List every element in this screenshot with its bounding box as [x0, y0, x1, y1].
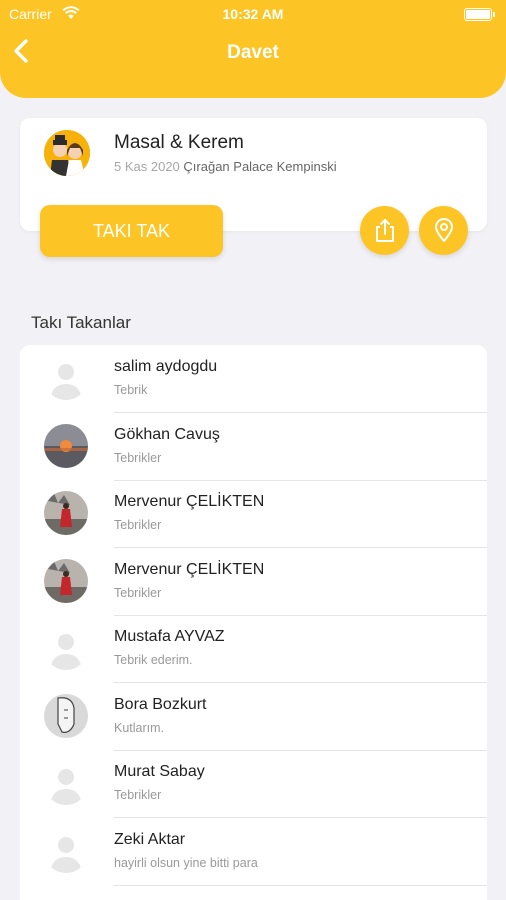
- guest-list: salim aydogdu Tebrik Gökhan Cavuş Tebrikler…: [20, 345, 487, 900]
- guest-name: Zeki Aktar: [114, 830, 186, 848]
- location-button[interactable]: [419, 206, 468, 255]
- page-title: Davet: [227, 42, 279, 63]
- avatar: [44, 424, 88, 468]
- share-button[interactable]: [360, 206, 409, 255]
- guest-message: Tebrik: [114, 383, 148, 397]
- guest-name: Mervenur ÇELİKTEN: [114, 560, 265, 578]
- guest-row[interactable]: Mervenur ÇELİKTEN Tebrikler: [20, 480, 487, 548]
- event-date: 5 Kas 2020: [114, 159, 180, 174]
- guest-name: Murat Sabay: [114, 763, 205, 780]
- status-bar: Carrier 10:32 AM: [0, 5, 506, 23]
- battery-icon: [464, 8, 495, 21]
- guest-name: Gökhan Cavuş: [114, 425, 220, 443]
- guest-message: Tebrikler: [114, 788, 162, 802]
- guest-message: Tebrikler: [114, 518, 162, 532]
- guest-message: Kutlarım.: [114, 720, 165, 735]
- avatar: [44, 694, 88, 738]
- avatar: [44, 829, 88, 873]
- event-details: 5 Kas 2020 Çırağan Palace Kempinski: [114, 159, 337, 174]
- guest-row[interactable]: Bora Bozkurt Kutlarım.: [20, 683, 487, 751]
- nav-header: Carrier 10:32 AM Davet: [0, 0, 506, 98]
- status-time: 10:32 AM: [222, 6, 284, 22]
- section-title: Takı Takanlar: [31, 313, 131, 332]
- share-icon: [376, 219, 394, 242]
- guest-row[interactable]: Zeki Aktar hayirli olsun yine bitti para: [20, 818, 487, 886]
- event-venue: Çırağan Palace Kempinski: [183, 159, 337, 174]
- guest-row[interactable]: Gökhan Cavuş Tebrikler: [20, 413, 487, 481]
- couple-avatar: [44, 130, 90, 176]
- guest-name: salim aydogdu: [114, 358, 218, 375]
- location-pin-icon: [435, 218, 453, 242]
- guest-message: Tebrik ederim.: [114, 653, 193, 667]
- avatar: [44, 559, 88, 603]
- avatar: [44, 761, 88, 805]
- guest-name: Mustafa AYVAZ: [114, 628, 225, 645]
- guest-name: Mervenur ÇELİKTEN: [114, 493, 265, 510]
- row-divider: [114, 884, 487, 886]
- guest-message: hayirli olsun yine bitti para: [114, 855, 258, 870]
- guest-row[interactable]: Murat Sabay Tebrikler: [20, 750, 487, 818]
- guest-row[interactable]: salim aydogdu Tebrik: [20, 345, 487, 413]
- guest-row[interactable]: Mustafa AYVAZ Tebrik ederim.: [20, 615, 487, 683]
- event-couple-names: Masal & Kerem: [114, 132, 244, 153]
- guest-row[interactable]: Mervenur ÇELİKTEN Tebrikler: [20, 548, 487, 616]
- avatar: [44, 491, 88, 535]
- taki-tak-button[interactable]: TAKI TAK: [40, 205, 223, 257]
- guest-message: Tebrikler: [114, 585, 162, 600]
- guest-name: Bora Bozkurt: [114, 695, 207, 713]
- avatar: [44, 626, 88, 670]
- avatar: [44, 356, 88, 400]
- guest-message: Tebrikler: [114, 450, 162, 465]
